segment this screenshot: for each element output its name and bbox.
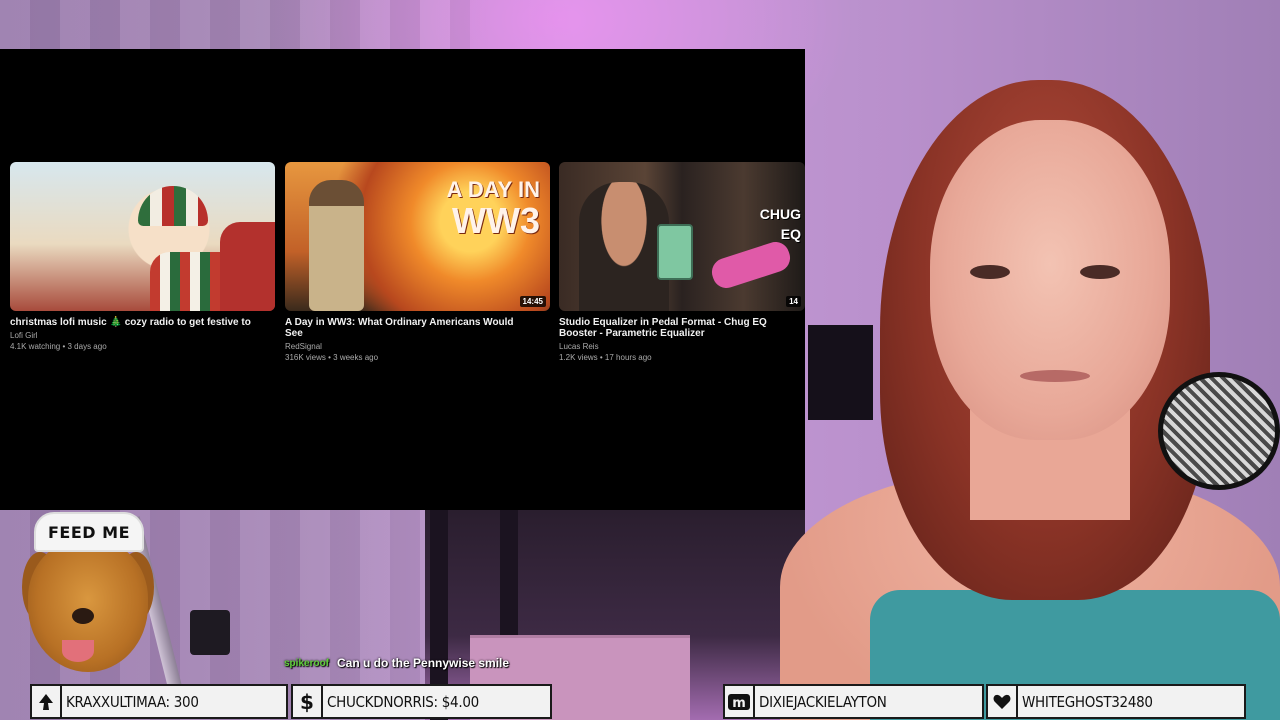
feed-me-text: FEED ME [48,522,130,542]
streamer-mouth [1020,370,1090,382]
video-channel[interactable]: RedSignal [285,342,550,352]
video-channel[interactable]: Lucas Reis [559,342,805,352]
feed-me-hat: FEED ME [34,512,144,552]
video-card[interactable]: CHUG EQ 14 Studio Equalizer in Pedal For… [559,162,805,364]
video-duration: 14:45 [519,296,546,307]
chat-username: spikeroof [284,657,330,669]
video-duration: 14 [786,296,801,307]
video-thumbnail[interactable] [10,162,275,311]
video-meta: 316K views • 3 weeks ago [285,353,379,362]
dog-nose [72,608,94,624]
svg-text:m: m [732,696,746,711]
event-latest-member: m DIXIEJACKIELAYTON [723,684,984,719]
video-title[interactable]: A Day in WW3: What Ordinary Americans Wo… [285,317,530,339]
event-latest-follower: WHITEGHOST32480 [986,684,1246,719]
dollar-icon: $ [293,686,323,717]
event-text: DIXIEJACKIELAYTON [759,692,887,711]
video-meta: 1.2K views • 17 hours ago [559,353,652,362]
video-thumbnail[interactable]: CHUG EQ 14 [559,162,805,311]
dog-tongue [62,640,94,662]
right-eye [1080,265,1120,279]
event-text: CHUCKDNORRIS: $4.00 [327,692,479,711]
chat-text: Can u do the Pennywise smile [337,656,510,670]
person-figure [579,182,669,311]
recent-events-bar: KRAXXULTIMAA: 300 $ CHUCKDNORRIS: $4.00 … [0,684,1280,720]
video-thumbnail[interactable]: A DAY IN WW3 14:45 [285,162,550,311]
event-text: WHITEGHOST32480 [1022,692,1153,711]
thumbnail-title-line1: A DAY IN [446,177,540,202]
event-text: KRAXXULTIMAA: 300 [66,692,199,711]
eq-pedal [657,224,693,280]
svg-text:$: $ [300,691,314,713]
video-channel[interactable]: Lofi Girl [10,331,275,341]
video-card[interactable]: A DAY IN WW3 14:45 A Day in WW3: What Or… [285,162,550,364]
youtube-end-screen: christmas lofi music 🎄 cozy radio to get… [0,49,805,510]
event-latest-tip: $ CHUCKDNORRIS: $4.00 [291,684,552,719]
left-eye [970,265,1010,279]
man-figure [309,180,364,311]
heart-icon [988,686,1018,717]
chair [220,222,275,311]
thumbnail-title-line1: CHUG [759,206,801,222]
video-card[interactable]: christmas lofi music 🎄 cozy radio to get… [10,162,275,353]
thumbnail-title-line2: EQ [780,226,801,242]
video-meta: 4.1K watching • 3 days ago [10,342,107,351]
streamer-face [930,120,1170,440]
spade-icon [32,686,62,717]
video-title[interactable]: christmas lofi music 🎄 cozy radio to get… [10,317,255,328]
video-title[interactable]: Studio Equalizer in Pedal Format - Chug … [559,317,804,339]
event-latest-bits: KRAXXULTIMAA: 300 [30,684,288,719]
tripod-head [190,610,230,655]
thumbnail-title-line2: WW3 [452,200,540,241]
thumbnail-title: CHUG EQ [760,204,801,244]
thumbnail-title: A DAY IN WW3 [446,176,540,241]
guitar [708,238,794,292]
m-icon: m [725,686,755,717]
microphone [1158,372,1280,490]
chat-message: spikeroof Can u do the Pennywise smile [284,654,509,672]
santa-hat [138,186,208,226]
feed-me-dog-overlay: FEED ME [22,512,154,677]
